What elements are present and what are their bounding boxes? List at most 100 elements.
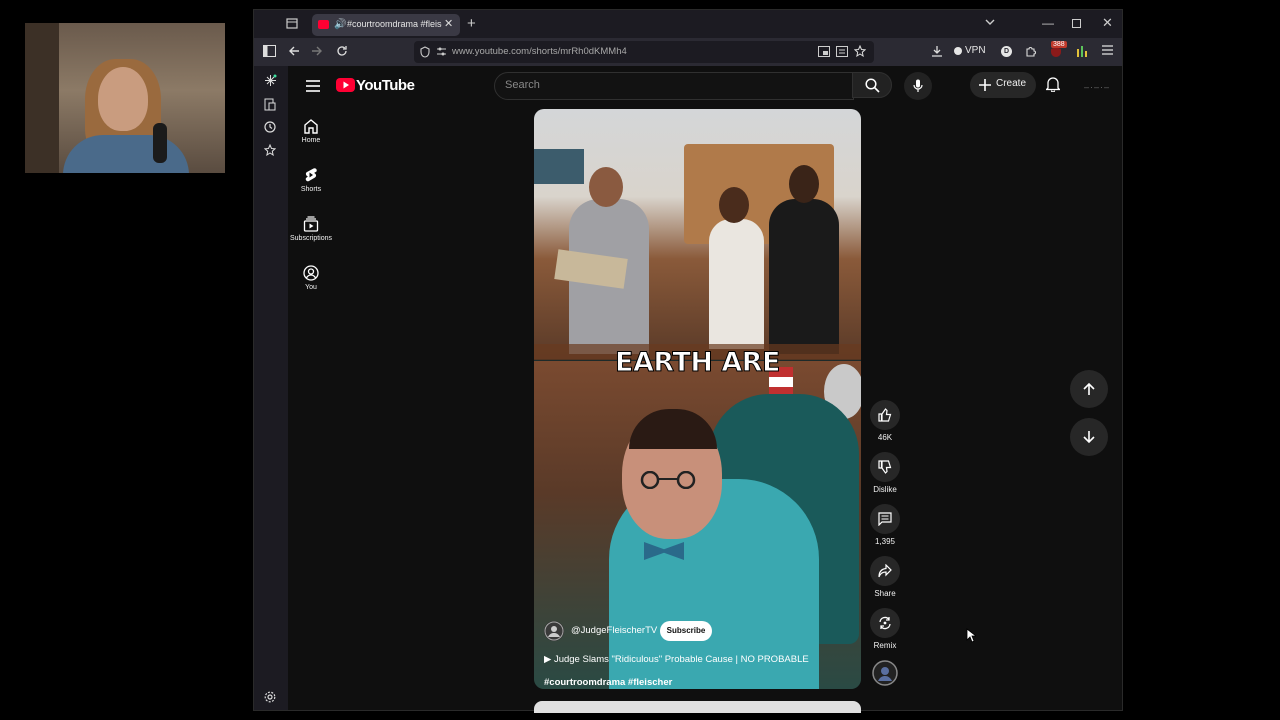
- youtube-logo-icon[interactable]: [336, 78, 355, 92]
- subscriptions-icon: [303, 216, 319, 232]
- tracking-shield-icon[interactable]: [420, 46, 430, 58]
- bookmarks-star-icon[interactable]: [264, 144, 276, 156]
- browser-toolbar: www.youtube.com/shorts/mrRh0dKMMh4 VPN D…: [254, 38, 1122, 66]
- profile-button[interactable]: D: [1001, 46, 1012, 57]
- comment-count: 1,395: [874, 537, 896, 546]
- short-hashtags[interactable]: #courtroomdrama #fleischer: [544, 677, 672, 688]
- tab-list-chevron-icon[interactable]: [985, 18, 995, 26]
- remix-label: Remix: [873, 641, 897, 650]
- subscribe-button[interactable]: Subscribe: [660, 621, 712, 641]
- back-icon[interactable]: [288, 45, 300, 57]
- create-label: Create: [996, 78, 1027, 89]
- comments-button[interactable]: 1,395: [869, 504, 901, 546]
- like-button[interactable]: 46K: [869, 400, 901, 442]
- vpn-button[interactable]: VPN: [965, 45, 986, 56]
- home-icon: [304, 119, 318, 134]
- ai-chatbot-icon[interactable]: [264, 74, 277, 87]
- address-bar[interactable]: www.youtube.com/shorts/mrRh0dKMMh4: [414, 41, 874, 63]
- browser-window: 🔊 #courtroomdrama #fleischer ✕ + — ✕: [253, 9, 1123, 713]
- remix-icon: [879, 616, 891, 630]
- judge-avatar-icon: [544, 621, 564, 641]
- search-placeholder: Search: [505, 79, 540, 91]
- permissions-icon[interactable]: [436, 46, 447, 57]
- account-avatar-loading-icon[interactable]: –·–·–: [1084, 82, 1110, 92]
- guide-label-subscriptions: Subscriptions: [289, 235, 333, 242]
- channel-handle[interactable]: @JudgeFleischerTV: [571, 625, 657, 636]
- short-title-text: Judge Slams "Ridiculous" Probable Cause …: [553, 654, 809, 665]
- youtube-logo-text[interactable]: YouTube: [356, 77, 415, 94]
- video-defendant: [769, 199, 839, 354]
- new-tab-icon[interactable]: +: [467, 15, 476, 32]
- bookmark-star-icon[interactable]: [854, 45, 866, 57]
- shorts-icon: [305, 168, 317, 182]
- history-icon[interactable]: [264, 121, 276, 133]
- guide-label-home: Home: [301, 137, 321, 144]
- maximize-icon[interactable]: [1072, 19, 1081, 28]
- search-input[interactable]: Search: [494, 72, 854, 100]
- guide-item-subscriptions[interactable]: Subscriptions: [288, 216, 334, 242]
- tab-overview-icon[interactable]: [286, 17, 298, 29]
- picture-in-picture-icon[interactable]: [818, 46, 830, 57]
- short-video-player[interactable]: EARTH ARE @JudgeFleischerTV Subscribe ▶ …: [534, 109, 861, 689]
- previous-short-button[interactable]: [1070, 370, 1108, 408]
- browser-sidebar: [254, 66, 288, 710]
- sound-avatar-button[interactable]: [869, 660, 901, 686]
- share-button[interactable]: Share: [869, 556, 901, 598]
- share-arrow-icon: [878, 564, 892, 578]
- share-label: Share: [874, 589, 896, 598]
- short-title[interactable]: ▶ Judge Slams "Ridiculous" Probable Caus…: [544, 654, 809, 665]
- tab-title: #courtroomdrama #fleischer: [347, 19, 442, 29]
- youtube-favicon-icon: [318, 20, 329, 29]
- reload-icon[interactable]: [336, 45, 348, 57]
- notifications-bell-icon[interactable]: [1046, 76, 1060, 92]
- dislike-label: Dislike: [873, 485, 897, 494]
- guide-item-shorts[interactable]: Shorts: [288, 167, 334, 193]
- channel-avatar[interactable]: [544, 621, 564, 641]
- extension-badge: 388: [1051, 41, 1067, 48]
- tab-close-icon[interactable]: ✕: [444, 17, 453, 30]
- sidebar-toggle-icon[interactable]: [263, 45, 276, 57]
- microphone-icon: [913, 79, 923, 92]
- equalizer-extension-icon[interactable]: [1076, 45, 1088, 57]
- dislike-button[interactable]: Dislike: [869, 452, 901, 494]
- like-count: 46K: [877, 433, 893, 442]
- comment-icon: [878, 512, 892, 526]
- extensions-puzzle-icon[interactable]: [1025, 45, 1037, 57]
- guide-label-shorts: Shorts: [300, 186, 322, 193]
- mouse-cursor-icon: [966, 628, 976, 643]
- play-icon: ▶: [544, 654, 554, 665]
- forward-icon[interactable]: [311, 45, 323, 57]
- guide-item-home[interactable]: Home: [288, 118, 334, 144]
- window-close-icon[interactable]: ✕: [1102, 15, 1113, 31]
- video-tv-screen: [534, 149, 584, 184]
- app-menu-icon[interactable]: [1102, 45, 1113, 55]
- video-woman: [709, 219, 764, 349]
- reader-view-icon[interactable]: [836, 46, 848, 57]
- vpn-icon: [954, 47, 962, 55]
- guide-item-you[interactable]: You: [288, 265, 334, 291]
- youtube-header: YouTube Search Create –·–·–: [288, 66, 1122, 112]
- remix-button[interactable]: Remix: [869, 608, 901, 650]
- streamer-shirt: [63, 135, 189, 173]
- next-short-button[interactable]: [1070, 418, 1108, 456]
- create-button[interactable]: Create: [970, 72, 1036, 98]
- downloads-icon[interactable]: [931, 45, 943, 57]
- webcam-overlay: [25, 23, 225, 173]
- minimize-icon[interactable]: —: [1042, 16, 1054, 30]
- sidebar-settings-gear-icon[interactable]: [264, 691, 276, 703]
- active-tab[interactable]: 🔊 #courtroomdrama #fleischer ✕: [312, 14, 460, 36]
- browser-titlebar: 🔊 #courtroomdrama #fleischer ✕ + — ✕: [254, 10, 1122, 38]
- channel-sound-avatar-icon: [872, 660, 898, 686]
- arrow-up-icon: [1083, 382, 1095, 395]
- synced-tabs-icon[interactable]: [264, 98, 276, 111]
- search-button[interactable]: [852, 72, 892, 98]
- search-icon: [864, 78, 880, 93]
- speaker-icon[interactable]: 🔊: [334, 19, 346, 30]
- streamer-face: [98, 67, 148, 131]
- youtube-mini-guide: Home Shorts Subscriptions You: [288, 112, 334, 710]
- guide-menu-icon[interactable]: [306, 80, 320, 92]
- video-attorney-head: [589, 167, 623, 207]
- guide-label-you: You: [305, 284, 317, 291]
- voice-search-button[interactable]: [904, 72, 932, 100]
- next-short-preview[interactable]: [534, 701, 861, 713]
